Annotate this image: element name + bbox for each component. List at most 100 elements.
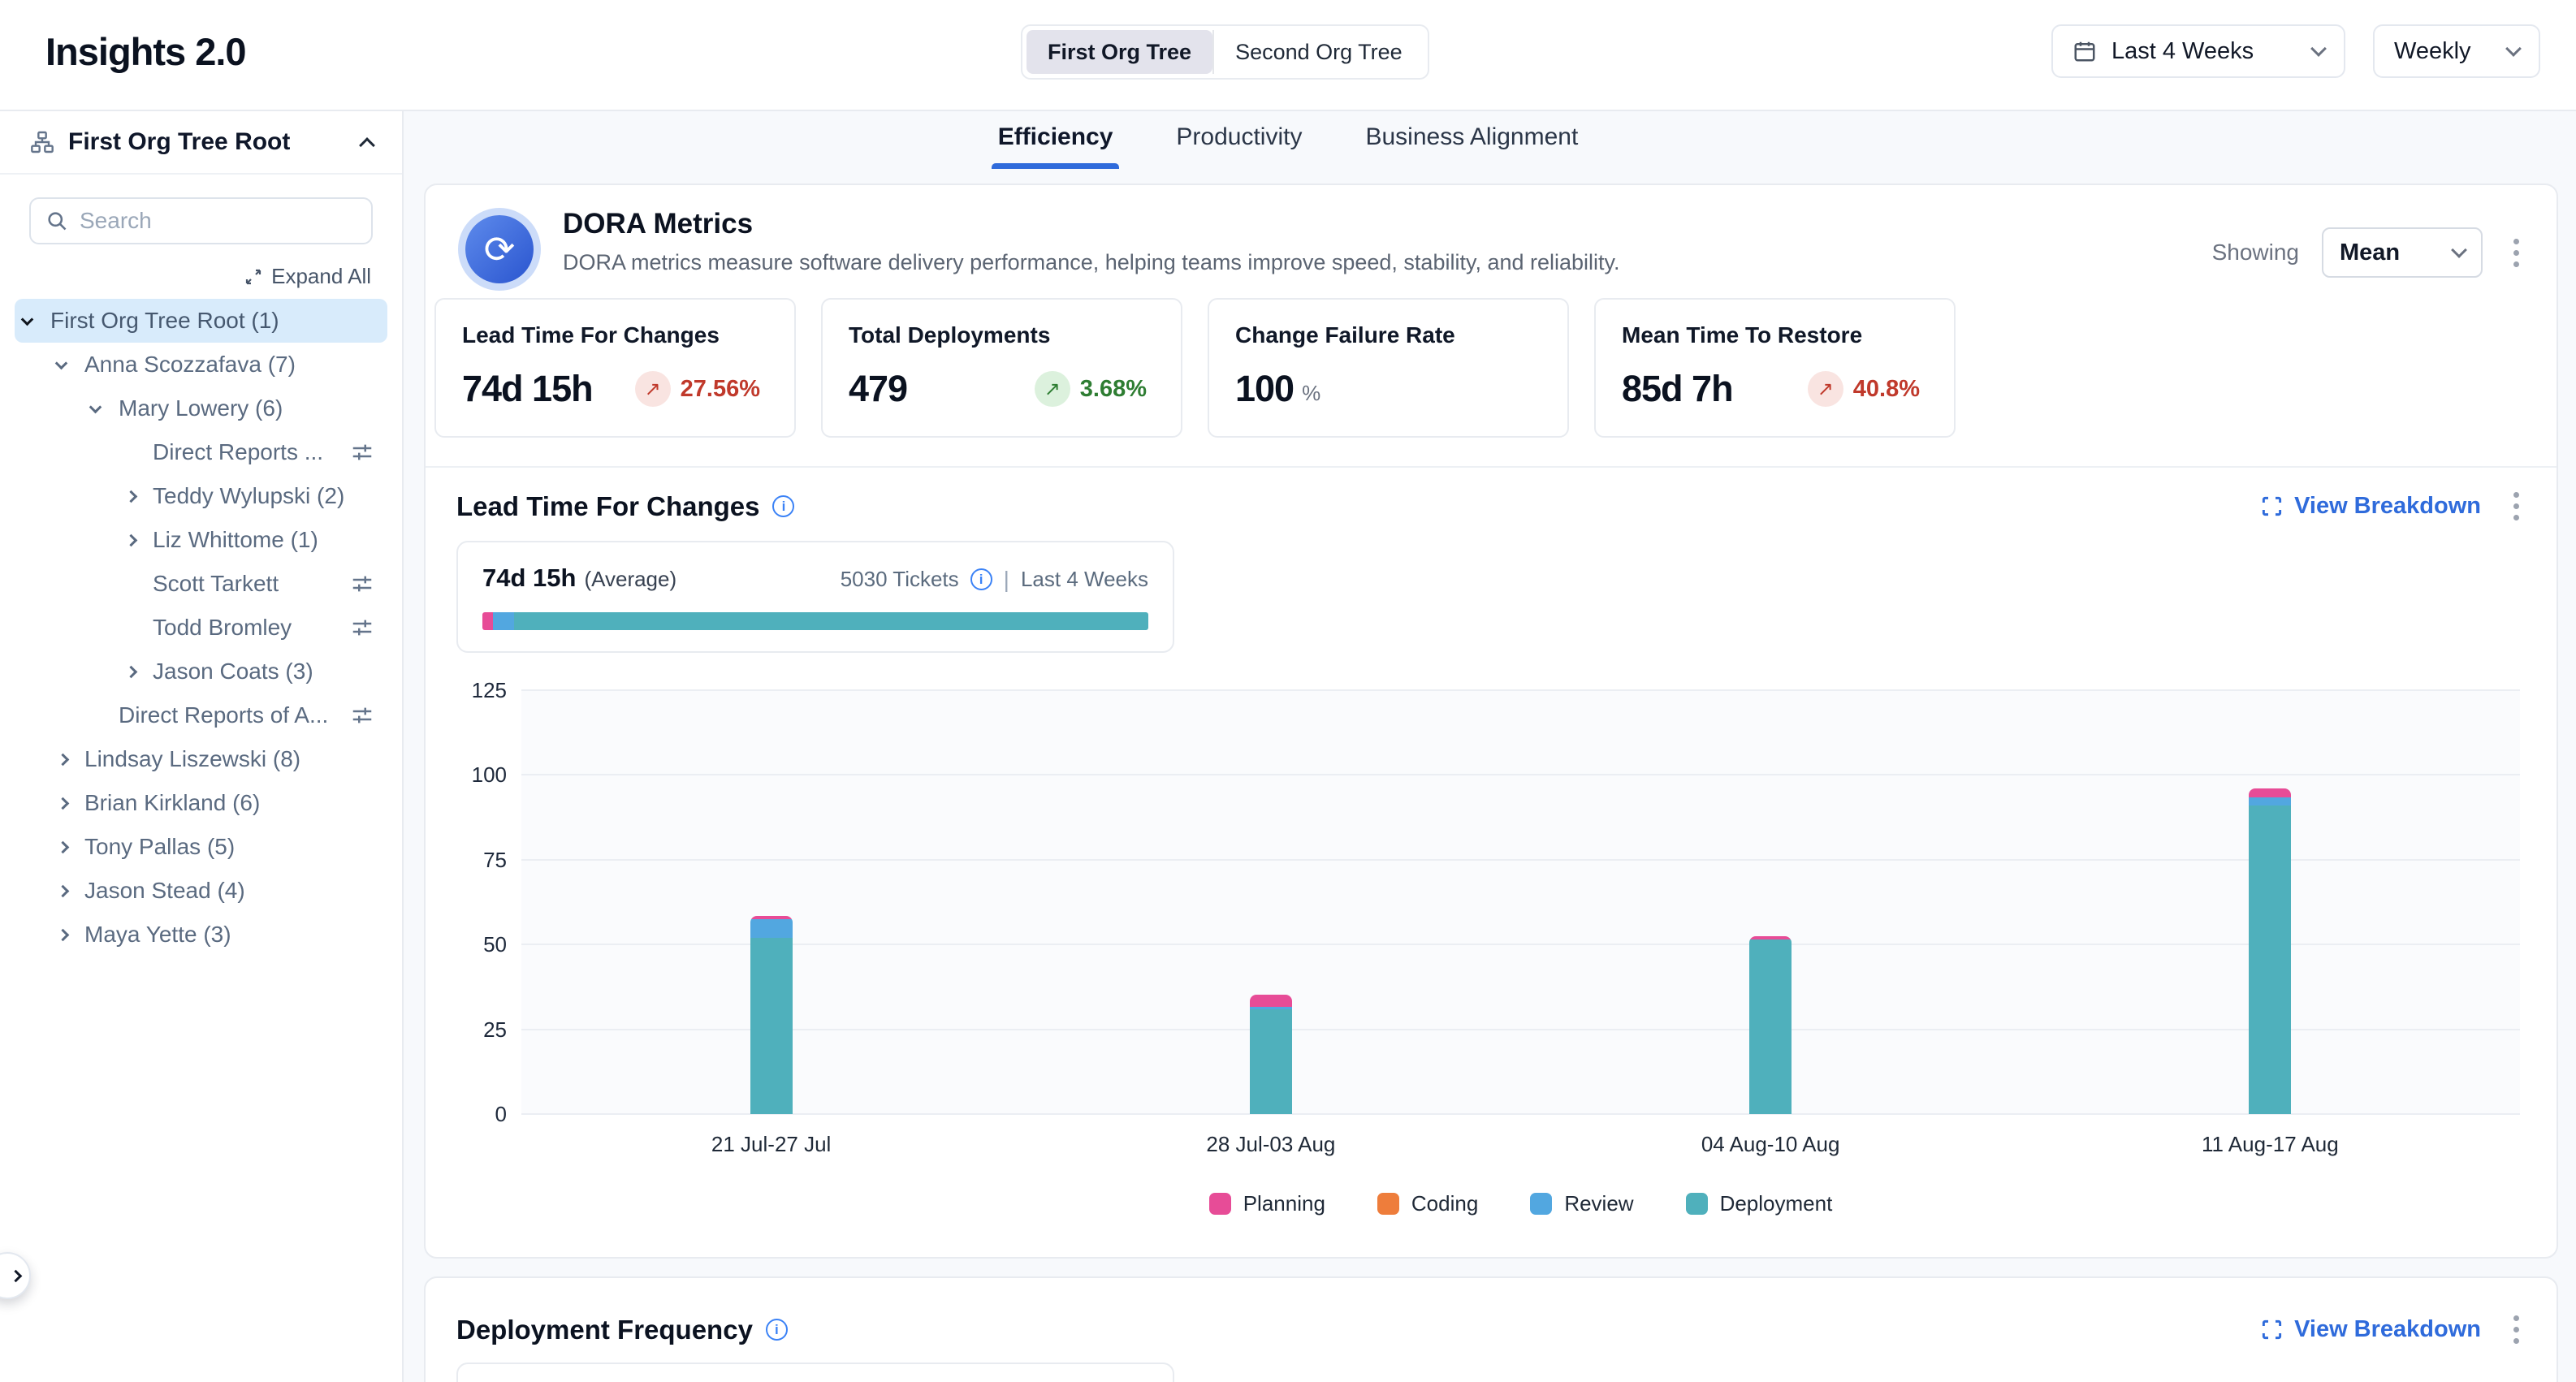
chevron-right-icon[interactable] — [57, 887, 84, 896]
org-tree: First Org Tree Root (1)Anna Scozzafava (… — [0, 299, 402, 957]
y-tick-label: 50 — [483, 932, 507, 957]
dora-description: DORA metrics measure software delivery p… — [563, 250, 1620, 275]
chevron-down-icon — [2451, 242, 2467, 258]
info-icon[interactable]: i — [970, 568, 992, 590]
sidebar-title: First Org Tree Root — [68, 128, 290, 156]
view-breakdown-link[interactable]: View Breakdown — [2261, 493, 2481, 520]
lead-time-actions: View Breakdown — [2261, 486, 2527, 527]
bar-04-aug-10-aug[interactable] — [1749, 936, 1792, 1114]
dora-kebab-menu[interactable] — [2505, 232, 2527, 274]
expand-corners-icon — [2261, 495, 2283, 517]
info-icon[interactable]: i — [772, 495, 794, 517]
deployment-frequency-kebab-menu[interactable] — [2505, 1309, 2527, 1350]
summary-meta: 5030 Tickets i | Last 4 Weeks — [841, 567, 1148, 593]
dora-metrics-card: ⟳ DORA Metrics DORA metrics measure soft… — [424, 184, 2558, 1259]
chevron-right-icon[interactable] — [125, 492, 153, 501]
tree-item-anna-scozzafava-7[interactable]: Anna Scozzafava (7) — [15, 343, 387, 387]
date-range-select[interactable]: Last 4 Weeks — [2051, 24, 2345, 78]
expand-all-label: Expand All — [271, 264, 371, 289]
tab-efficiency[interactable]: Efficiency — [998, 123, 1113, 169]
tree-item-teddy-wylupski-2[interactable]: Teddy Wylupski (2) — [15, 474, 387, 518]
bar-28-jul-03-aug[interactable] — [1250, 995, 1292, 1114]
tree-item-scott-tarkett[interactable]: Scott Tarkett — [15, 562, 387, 606]
chart-y-axis: 0255075100125 — [456, 690, 521, 1114]
y-tick-label: 75 — [483, 848, 507, 873]
bar-segment-planning — [1250, 995, 1292, 1007]
metric-card-title: Lead Time For Changes — [462, 322, 768, 348]
tree-item-label: Todd Bromley — [153, 615, 340, 641]
info-icon[interactable]: i — [766, 1319, 788, 1341]
trend-up-arrow-icon: ↗ — [635, 371, 671, 407]
x-tick-label: 28 Jul-03 Aug — [1021, 1132, 1520, 1157]
org-tree-tab-first-org-tree[interactable]: First Org Tree — [1027, 30, 1212, 74]
deployment-frequency-header: Deployment Frequency i View Breakdown — [456, 1309, 2527, 1350]
org-tree-toggle: First Org TreeSecond Org Tree — [1021, 24, 1429, 80]
tree-item-brian-kirkland-6[interactable]: Brian Kirkland (6) — [15, 781, 387, 825]
org-tree-sidebar: First Org Tree Root Expand All First Org… — [0, 111, 404, 1382]
tree-item-liz-whittome-1[interactable]: Liz Whittome (1) — [15, 518, 387, 562]
bar-segment-review — [2249, 797, 2291, 805]
adjustments-icon[interactable] — [350, 572, 374, 596]
tree-item-label: Scott Tarkett — [153, 571, 340, 597]
gridline — [521, 689, 2520, 691]
chevron-down-icon[interactable] — [57, 362, 84, 368]
bar-11-aug-17-aug[interactable] — [2249, 788, 2291, 1114]
search-box — [29, 197, 373, 244]
expand-all-button[interactable]: Expand All — [31, 264, 371, 289]
legend-item-review: Review — [1530, 1191, 1633, 1216]
tree-item-direct-reports[interactable]: Direct Reports ... — [15, 430, 387, 474]
deployment-frequency-title: Deployment Frequency i — [456, 1315, 788, 1345]
chart-legend: PlanningCodingReviewDeployment — [521, 1191, 2520, 1216]
tree-item-todd-bromley[interactable]: Todd Bromley — [15, 606, 387, 650]
tree-item-maya-yette-3[interactable]: Maya Yette (3) — [15, 913, 387, 957]
dora-controls: Showing Mean — [2212, 227, 2527, 278]
chevron-right-icon[interactable] — [57, 755, 84, 764]
search-input[interactable] — [80, 208, 357, 234]
chevron-right-icon[interactable] — [57, 799, 84, 808]
tree-item-lindsay-liszewski-8[interactable]: Lindsay Liszewski (8) — [15, 737, 387, 781]
chevron-down-icon[interactable] — [91, 406, 119, 412]
trend-up-arrow-icon: ↗ — [1035, 371, 1070, 407]
tab-productivity[interactable]: Productivity — [1176, 123, 1302, 169]
chevron-right-icon[interactable] — [57, 843, 84, 852]
tab-business-alignment[interactable]: Business Alignment — [1365, 123, 1578, 169]
tree-item-first-org-tree-root-1[interactable]: First Org Tree Root (1) — [15, 299, 387, 343]
tree-item-label: Teddy Wylupski (2) — [153, 483, 374, 509]
tree-item-direct-reports-of-a[interactable]: Direct Reports of A... — [15, 693, 387, 737]
chevron-right-icon[interactable] — [125, 536, 153, 545]
aggregation-select[interactable]: Mean — [2322, 227, 2483, 278]
bar-segment-planning — [2249, 788, 2291, 797]
x-tick-label: 04 Aug-10 Aug — [1521, 1132, 2021, 1157]
sidebar-header[interactable]: First Org Tree Root — [0, 111, 402, 175]
adjustments-icon[interactable] — [350, 615, 374, 640]
tree-item-label: Jason Coats (3) — [153, 659, 374, 685]
chevron-right-icon[interactable] — [125, 667, 153, 676]
adjustments-icon[interactable] — [350, 440, 374, 464]
tree-item-label: Tony Pallas (5) — [84, 834, 374, 860]
dora-header: ⟳ DORA Metrics DORA metrics measure soft… — [458, 208, 1620, 283]
tree-item-tony-pallas-5[interactable]: Tony Pallas (5) — [15, 825, 387, 869]
chevron-right-icon[interactable] — [57, 931, 84, 939]
tree-item-jason-stead-4[interactable]: Jason Stead (4) — [15, 869, 387, 913]
legend-item-deployment: Deployment — [1686, 1191, 1833, 1216]
phase-distribution-bar — [482, 612, 1148, 630]
chevron-down-icon[interactable] — [23, 318, 50, 324]
adjustments-icon[interactable] — [350, 703, 374, 728]
bar-segment-deployment — [1749, 939, 1792, 1114]
org-tree-tab-second-org-tree[interactable]: Second Org Tree — [1214, 30, 1424, 74]
bar-21-jul-27-jul[interactable] — [750, 916, 793, 1114]
chart-x-axis: 21 Jul-27 Jul28 Jul-03 Aug04 Aug-10 Aug1… — [521, 1132, 2520, 1157]
showing-label: Showing — [2212, 240, 2299, 266]
metric-card-total-deployments: Total Deployments479↗3.68% — [821, 298, 1182, 438]
granularity-select[interactable]: Weekly — [2373, 24, 2540, 78]
summary-separator: | — [1004, 567, 1009, 593]
deployment-frequency-card: Deployment Frequency i View Breakdown — [424, 1276, 2558, 1382]
metric-card-value: 74d 15h — [462, 368, 593, 410]
view-breakdown-link[interactable]: View Breakdown — [2261, 1316, 2481, 1343]
tree-item-jason-coats-3[interactable]: Jason Coats (3) — [15, 650, 387, 693]
y-tick-label: 25 — [483, 1017, 507, 1043]
chart-plot-area — [521, 690, 2520, 1114]
y-tick-label: 0 — [495, 1102, 507, 1127]
tree-item-mary-lowery-6[interactable]: Mary Lowery (6) — [15, 387, 387, 430]
lead-time-kebab-menu[interactable] — [2505, 486, 2527, 527]
